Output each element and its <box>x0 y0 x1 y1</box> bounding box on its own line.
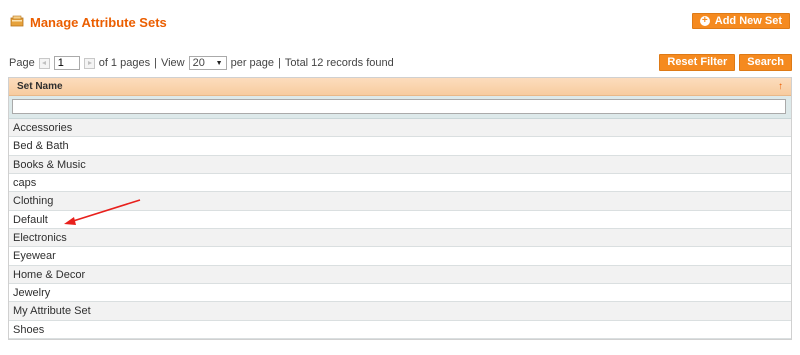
column-header-label: Set Name <box>17 81 63 92</box>
search-button[interactable]: Search <box>739 54 792 71</box>
plus-icon: + <box>699 16 710 26</box>
pager-toolbar: Page of 1 pages | View 20 ▼ per page | T… <box>8 53 792 73</box>
view-label: View <box>160 57 185 69</box>
page-header: Manage Attribute Sets + Add New Set <box>8 12 792 34</box>
grid-body: Accessories Bed & Bath Books & Music caps Cl… <box>9 119 791 339</box>
attribute-sets-grid: Set Name ↑ Accessories Bed & Bath Books & … <box>8 77 792 340</box>
per-page-value: 20 <box>192 57 205 69</box>
reset-filter-button[interactable]: Reset Filter <box>659 54 736 71</box>
table-row[interactable]: My Attribute Set <box>9 302 791 321</box>
separator: | <box>278 57 281 69</box>
table-row[interactable]: Default <box>9 210 791 229</box>
table-row[interactable]: Home & Decor <box>9 265 791 284</box>
next-page-icon[interactable] <box>83 57 95 69</box>
previous-page-icon[interactable] <box>38 57 50 69</box>
of-pages-text: of 1 pages <box>98 57 151 69</box>
chevron-down-icon: ▼ <box>215 59 223 67</box>
total-records-text: Total 12 records found <box>284 57 394 69</box>
column-header-set-name[interactable]: Set Name ↑ <box>9 78 791 96</box>
table-row[interactable]: Clothing <box>9 192 791 211</box>
per-page-select[interactable]: 20 ▼ <box>188 56 227 70</box>
table-row[interactable]: Eyewear <box>9 247 791 266</box>
per-page-text: per page <box>230 57 275 69</box>
sort-ascending-icon[interactable]: ↑ <box>778 81 783 92</box>
page-title: Manage Attribute Sets <box>30 15 167 30</box>
table-row[interactable]: Bed & Bath <box>9 137 791 156</box>
set-name-filter-input[interactable] <box>12 99 786 114</box>
table-row[interactable]: Electronics <box>9 228 791 248</box>
filter-row <box>9 96 791 119</box>
add-new-set-label: Add New Set <box>714 14 782 27</box>
table-row[interactable]: caps <box>9 173 791 193</box>
page-number-input[interactable] <box>53 56 80 70</box>
table-row[interactable]: Shoes <box>9 320 791 339</box>
page-label: Page <box>9 57 35 69</box>
attribute-sets-icon <box>10 15 24 27</box>
separator: | <box>154 57 157 69</box>
add-new-set-button[interactable]: + Add New Set <box>691 13 790 29</box>
table-row[interactable]: Jewelry <box>9 283 791 303</box>
table-row[interactable]: Books & Music <box>9 155 791 174</box>
table-row[interactable]: Accessories <box>9 119 791 138</box>
